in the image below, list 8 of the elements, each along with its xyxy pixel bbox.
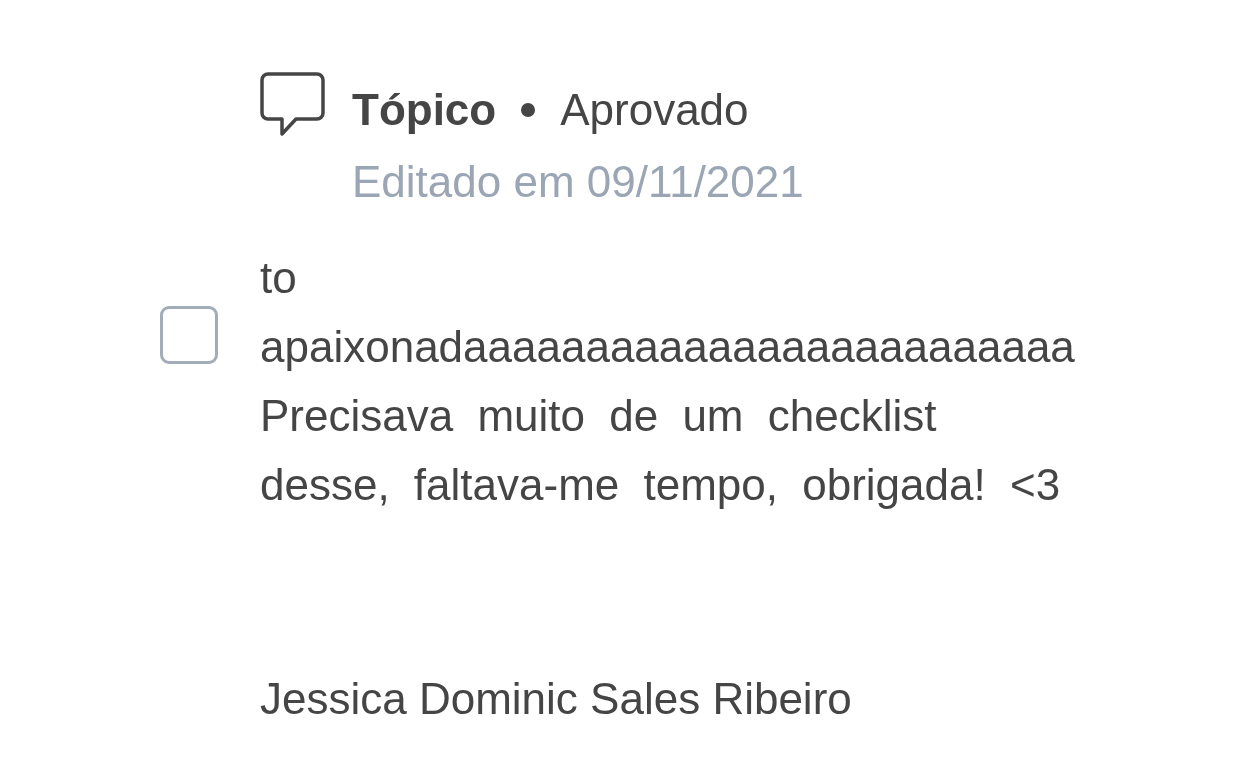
author-name: Jessica Dominic Sales Ribeiro <box>260 673 852 725</box>
speech-bubble-icon <box>260 72 325 137</box>
post-status: Aprovado <box>560 84 749 136</box>
checkbox[interactable] <box>160 306 218 364</box>
edited-date: Editado em 09/11/2021 <box>352 156 804 208</box>
comment-text: to apaixonadaaaaaaaaaaaaaaaaaaaaaaaaa Precisava muito de um checklist desse, faltava-me tempo, obrigada! <3 <box>260 252 1076 511</box>
post-category: Tópico <box>352 84 497 136</box>
separator-dot-icon <box>521 103 536 117</box>
